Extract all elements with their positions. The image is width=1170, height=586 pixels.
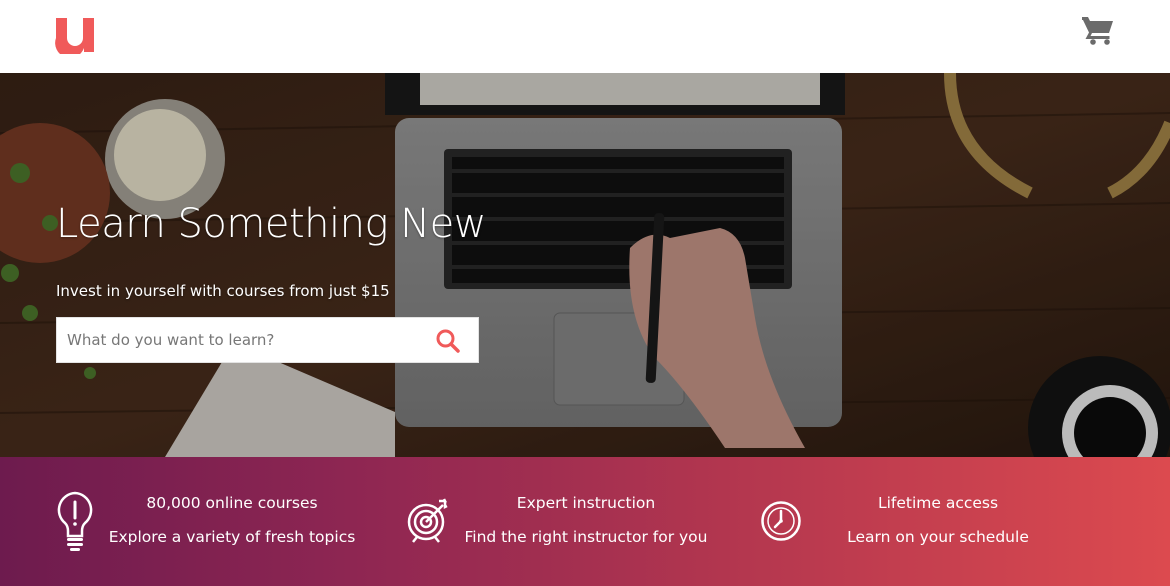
site-header	[0, 0, 1170, 73]
logo[interactable]	[54, 16, 96, 54]
feature-title: 80,000 online courses	[146, 494, 318, 512]
feature-title: Expert instruction	[516, 494, 656, 512]
feature-description: Learn on your schedule	[847, 528, 1029, 546]
search-icon[interactable]	[435, 328, 461, 354]
search-input[interactable]	[57, 318, 427, 362]
hero-subtitle: Invest in yourself with courses from jus…	[56, 282, 390, 300]
feature-description: Find the right instructor for you	[464, 528, 708, 546]
features-band: 80,000 online courses Explore a variety …	[0, 457, 1170, 586]
feature-title: Lifetime access	[877, 494, 999, 512]
search-bar	[56, 317, 479, 363]
shopping-cart-icon[interactable]	[1081, 14, 1115, 46]
hero-section: Learn Something New Invest in yourself w…	[0, 73, 1170, 457]
hero-overlay	[0, 73, 1170, 457]
feature-description: Explore a variety of fresh topics	[108, 528, 356, 546]
hero-title: Learn Something New	[56, 201, 486, 247]
